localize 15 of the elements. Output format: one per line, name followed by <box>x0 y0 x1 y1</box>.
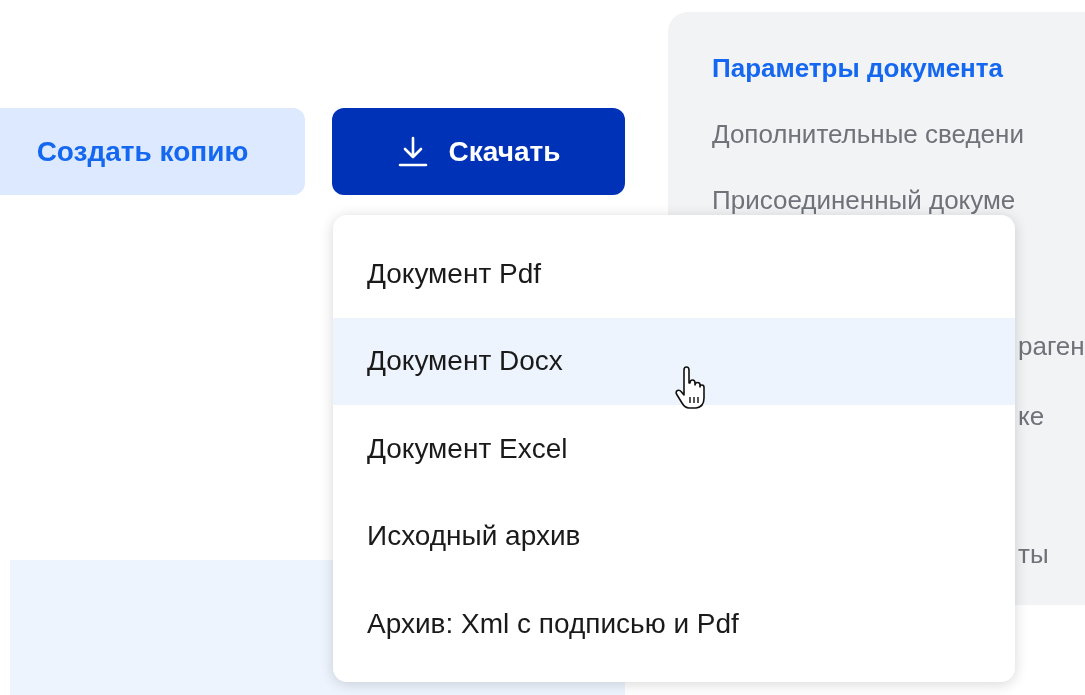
menu-item[interactable]: Документ Pdf <box>333 230 1015 318</box>
download-icon <box>396 135 429 168</box>
panel-link[interactable]: раген <box>1018 330 1085 362</box>
create-copy-button[interactable]: Создать копию <box>0 108 305 195</box>
menu-item[interactable]: Исходный архив <box>333 492 1015 580</box>
panel-link[interactable]: ты <box>1018 538 1049 570</box>
panel-link[interactable]: Присоединенный докуме <box>712 184 1016 216</box>
hand-cursor-icon <box>675 366 705 410</box>
panel-link[interactable]: ке <box>1018 400 1045 432</box>
menu-item[interactable]: Документ Excel <box>333 405 1015 493</box>
menu-item[interactable]: Документ Docx <box>333 317 1015 405</box>
panel-link[interactable]: Дополнительные сведени <box>712 118 1024 150</box>
download-button[interactable]: Скачать <box>332 108 625 195</box>
panel-link[interactable]: Параметры документа <box>712 52 1003 84</box>
menu-item[interactable]: Архив: Xml с подписью и Pdf <box>333 580 1015 668</box>
